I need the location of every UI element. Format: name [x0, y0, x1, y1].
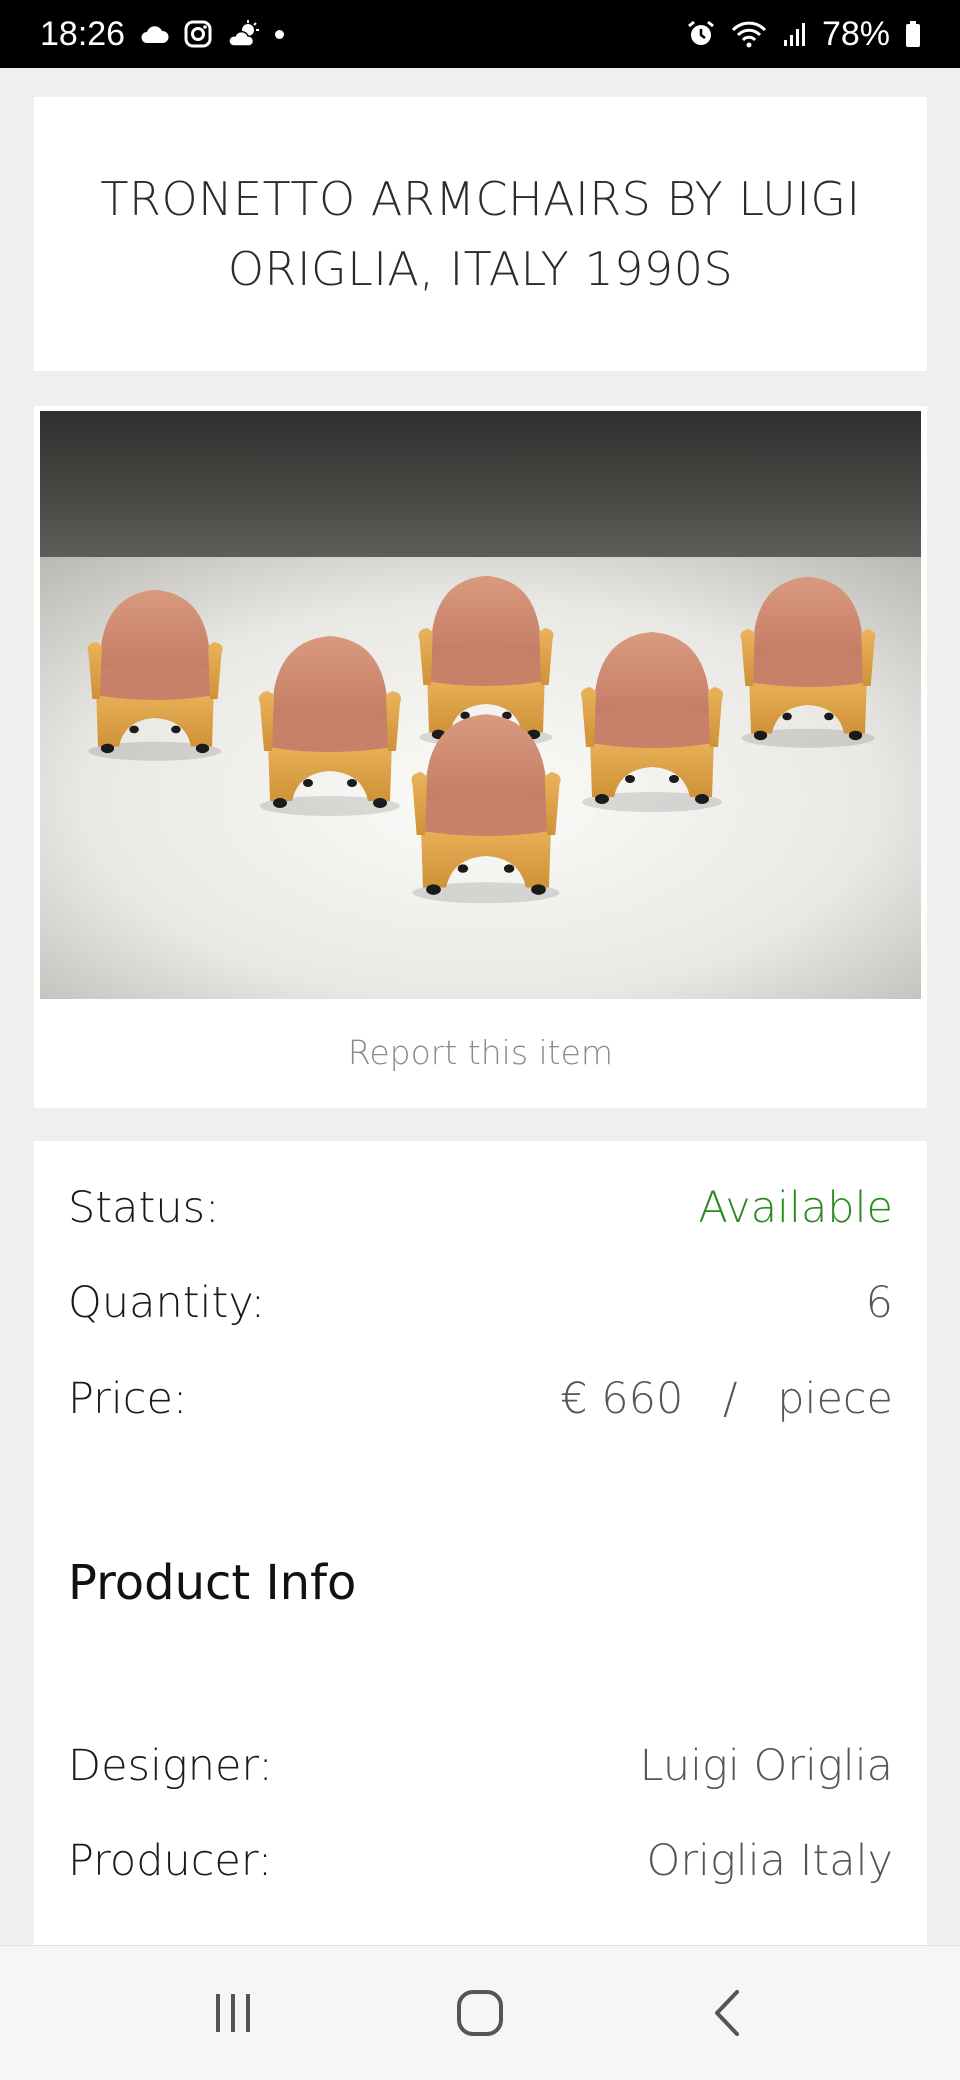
- price-amount: € 660: [560, 1374, 684, 1424]
- signal-icon: [782, 20, 808, 48]
- cloud-icon: [139, 23, 169, 45]
- status-right: 78%: [686, 15, 922, 54]
- battery-percent: 78%: [821, 14, 890, 53]
- price-label: Price:: [68, 1374, 188, 1424]
- designer-label: Designer:: [68, 1741, 273, 1791]
- weather-icon: [227, 19, 261, 49]
- price-unit: piece: [777, 1374, 893, 1424]
- designer-row: Designer: Luigi Origlia: [68, 1741, 893, 1791]
- dot-icon: [275, 29, 285, 39]
- status-label: Status:: [68, 1183, 220, 1233]
- product-info-heading: Product Info: [68, 1555, 357, 1611]
- title-card: TRONETTO ARMCHAIRS BY LUIGI ORIGLIA, ITA…: [34, 97, 927, 371]
- producer-row: Producer: Origlia Italy: [68, 1836, 893, 1886]
- status-time: 18:26: [40, 14, 126, 53]
- instagram-icon: [183, 19, 213, 49]
- recent-apps-icon[interactable]: [188, 1973, 278, 2053]
- system-nav-bar: [0, 1945, 960, 2080]
- price-row: Price: € 660 / piece: [68, 1374, 893, 1424]
- armchairs-photo: [40, 411, 921, 999]
- quantity-label: Quantity:: [68, 1278, 266, 1328]
- price-separator: /: [723, 1374, 738, 1424]
- price-value: € 660 / piece: [560, 1374, 893, 1424]
- status-value: Available: [698, 1183, 893, 1233]
- product-title: TRONETTO ARMCHAIRS BY LUIGI ORIGLIA, ITA…: [100, 172, 861, 296]
- image-card: [34, 406, 927, 1108]
- quantity-value: 6: [865, 1278, 893, 1328]
- producer-value[interactable]: Origlia Italy: [647, 1836, 893, 1886]
- status-left: 18:26: [40, 14, 285, 54]
- report-item-link[interactable]: Report this item: [34, 1033, 927, 1072]
- wifi-icon: [730, 19, 768, 49]
- status-bar: 18:26 78%: [0, 0, 960, 68]
- producer-label: Producer:: [68, 1836, 273, 1886]
- quantity-row: Quantity: 6: [68, 1278, 893, 1328]
- designer-value[interactable]: Luigi Origlia: [640, 1741, 893, 1791]
- info-card: Status: Available Quantity: 6 Price: € 6…: [34, 1141, 927, 2080]
- status-row: Status: Available: [68, 1183, 893, 1233]
- home-icon[interactable]: [435, 1973, 525, 2053]
- battery-icon: [904, 19, 922, 49]
- back-icon[interactable]: [682, 1973, 772, 2053]
- alarm-icon: [686, 19, 716, 49]
- product-photo[interactable]: [40, 411, 921, 999]
